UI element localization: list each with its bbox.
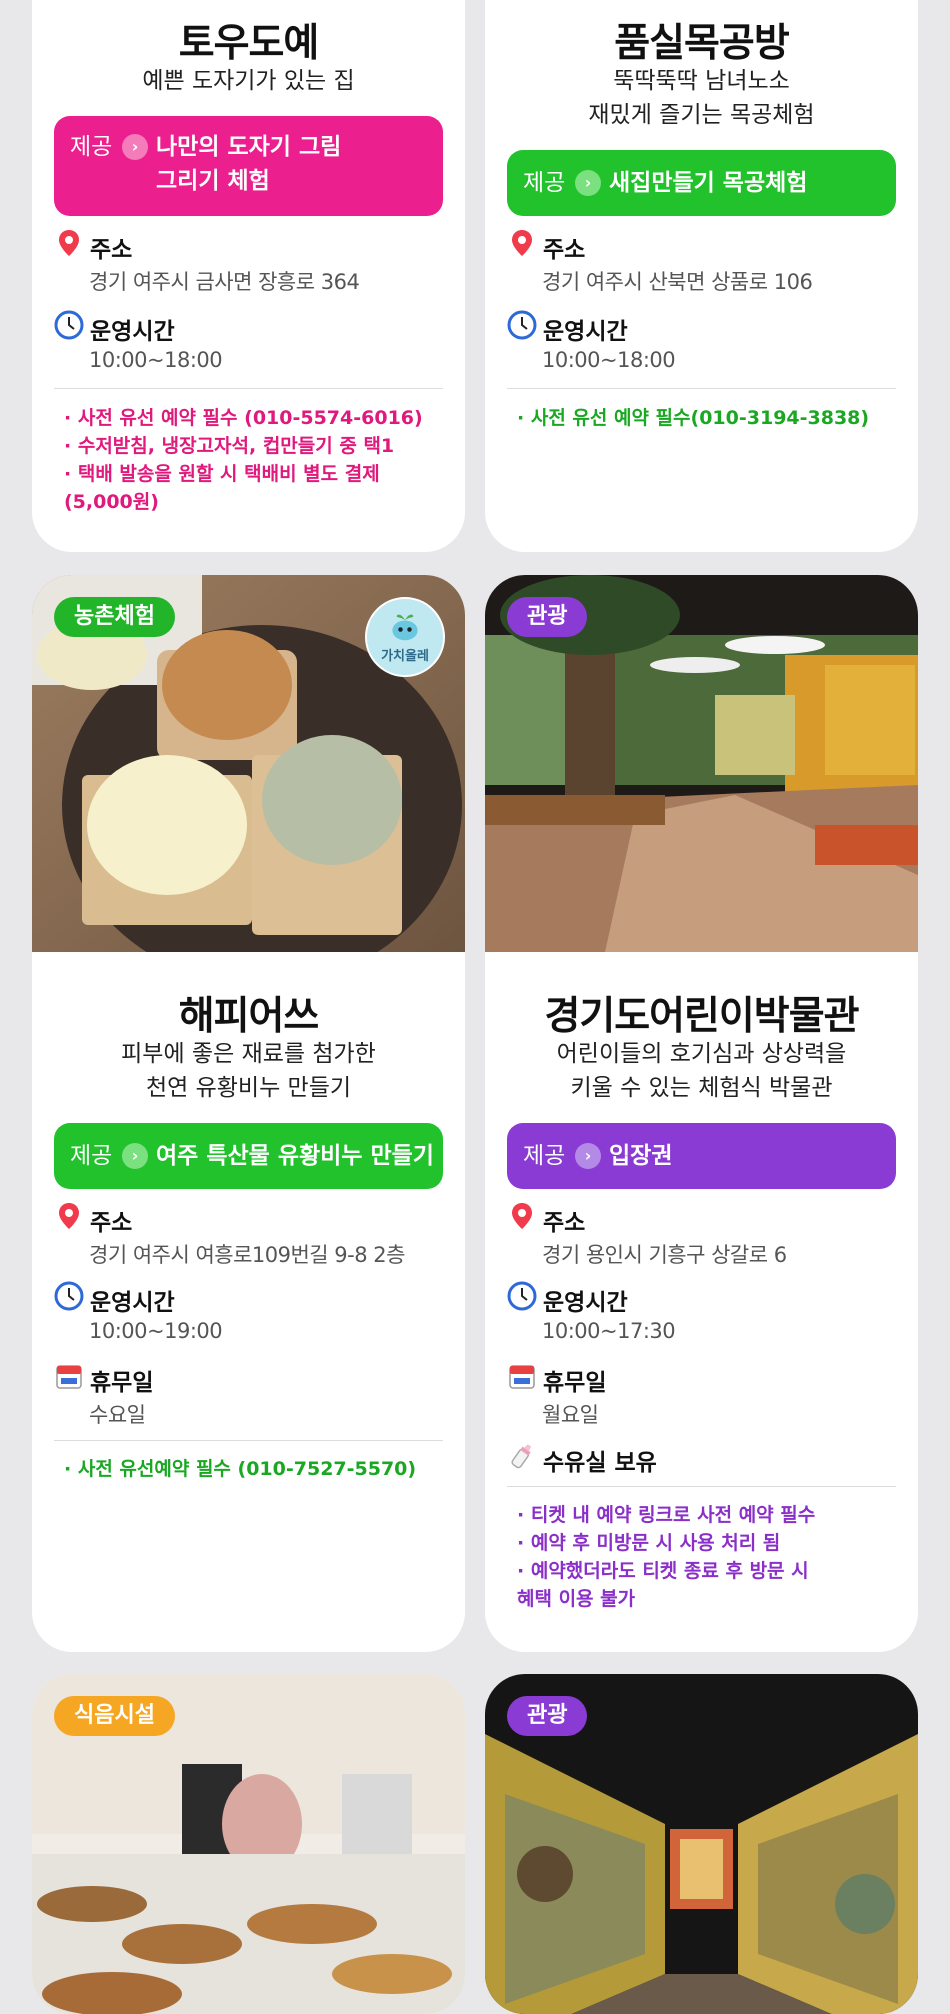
- place-card-childrens-museum[interactable]: 관광 경기도어린이박물관 어린이들의 호기심과 상상력을 키울 수 있는 체험식…: [485, 575, 918, 1652]
- location-pin-icon: [59, 1203, 79, 1229]
- place-description-line1: 피부에 좋은 재료를 첨가한: [121, 1041, 376, 1067]
- baby-bottle-icon: [511, 1444, 532, 1469]
- closed-label: 휴무일: [543, 1370, 607, 1396]
- hours-value: 10:00~19:00: [89, 1319, 223, 1343]
- offer-text: 새집만들기 목공체험: [609, 170, 808, 196]
- location-pin-icon: [512, 1203, 532, 1229]
- place-card-pumsil[interactable]: 품실목공방 뚝딱뚝딱 남녀노소 재밌게 즐기는 목공체험 제공 › 새집만들기 …: [485, 0, 918, 552]
- location-pin-icon: [59, 230, 79, 256]
- place-card-touyedoe[interactable]: 토우도예 예쁜 도자기가 있는 집 제공 › 나만의 도자기 그림 그리기 체험…: [32, 0, 465, 552]
- hours-value: 10:00~18:00: [542, 348, 676, 372]
- hours-label: 운영시간: [543, 319, 628, 345]
- note-item: · 사전 유선 예약 필수 (010-5574-6016): [64, 407, 423, 429]
- chevron-right-icon: ›: [575, 1143, 601, 1169]
- place-description-line2: 천연 유황비누 만들기: [145, 1075, 352, 1101]
- offer-box[interactable]: 제공 › 새집만들기 목공체험: [507, 150, 896, 216]
- sprout-mascot-icon: [392, 614, 418, 641]
- category-badge: 식음시설: [54, 1696, 175, 1736]
- place-title: 해피어쓰: [178, 994, 320, 1039]
- address-value: 경기 여주시 여흥로109번길 9-8 2층: [89, 1243, 405, 1267]
- place-description-line2: 재밌게 즐기는 목공체험: [588, 102, 815, 128]
- clock-icon: [54, 310, 84, 340]
- offer-text: 입장권: [609, 1143, 673, 1169]
- note-item: · 티켓 내 예약 링크로 사전 예약 필수: [517, 1504, 816, 1526]
- logo-text: 가치올레: [381, 649, 429, 664]
- category-badge: 관광: [507, 597, 588, 637]
- offer-box[interactable]: 제공 › 입장권: [507, 1123, 896, 1189]
- offer-label: 제공: [523, 170, 566, 196]
- closed-value: 수요일: [89, 1403, 146, 1427]
- gachiolle-logo: 가치올레: [365, 597, 445, 677]
- place-description-line1: 어린이들의 호기심과 상상력을: [556, 1041, 847, 1067]
- address-label: 주소: [90, 1210, 133, 1236]
- place-card-happyearth[interactable]: 농촌체험 가치올레 해피어쓰 피부에 좋은 재료를 첨가한 천연 유황비누 만들…: [32, 575, 465, 1652]
- note-item: · 예약했더라도 티켓 종료 후 방문 시 혜택 이용 불가: [517, 1560, 809, 1610]
- divider: [507, 388, 896, 389]
- offer-label: 제공: [523, 1143, 566, 1169]
- divider: [507, 1486, 896, 1487]
- note-item: · 수저받침, 냉장고자석, 컵만들기 중 택1: [64, 435, 395, 457]
- offer-box[interactable]: 제공 › 여주 특산물 유황비누 만들기: [54, 1123, 443, 1189]
- place-title: 경기도어린이박물관: [544, 994, 860, 1039]
- note-item: · 사전 유선예약 필수 (010-7527-5570): [64, 1458, 417, 1480]
- calendar-icon: [56, 1365, 82, 1389]
- place-description-line2: 키울 수 있는 체험식 박물관: [570, 1075, 833, 1101]
- hours-value: 10:00~17:30: [542, 1319, 676, 1343]
- nursing-room-label: 수유실 보유: [543, 1450, 657, 1476]
- hours-label: 운영시간: [90, 319, 175, 345]
- category-badge: 관광: [507, 1696, 588, 1736]
- address-label: 주소: [90, 237, 133, 263]
- place-title: 토우도예: [178, 21, 320, 66]
- clock-icon: [507, 1281, 537, 1311]
- hours-label: 운영시간: [90, 1290, 175, 1316]
- clock-icon: [54, 1281, 84, 1311]
- offer-text: 여주 특산물 유황비누 만들기: [156, 1143, 434, 1169]
- place-description-line1: 뚝딱뚝딱 남녀노소: [613, 68, 790, 94]
- divider: [54, 1440, 443, 1441]
- chevron-right-icon: ›: [122, 134, 148, 160]
- address-label: 주소: [543, 1210, 586, 1236]
- divider: [54, 388, 443, 389]
- hours-label: 운영시간: [543, 1290, 628, 1316]
- notes-list: · 사전 유선 예약 필수(010-3194-3838): [517, 404, 898, 432]
- closed-label: 휴무일: [90, 1370, 154, 1396]
- location-pin-icon: [512, 230, 532, 256]
- chevron-right-icon: ›: [122, 1143, 148, 1169]
- note-item: · 사전 유선 예약 필수(010-3194-3838): [517, 407, 870, 429]
- hours-value: 10:00~18:00: [89, 348, 223, 372]
- calendar-icon: [509, 1365, 535, 1389]
- address-label: 주소: [543, 237, 586, 263]
- offer-text: 나만의 도자기 그림 그리기 체험: [156, 134, 342, 194]
- notes-list: · 사전 유선예약 필수 (010-7527-5570): [64, 1455, 445, 1483]
- place-title: 품실목공방: [614, 21, 789, 66]
- offer-box[interactable]: 제공 › 나만의 도자기 그림 그리기 체험: [54, 116, 443, 216]
- address-value: 경기 여주시 산북면 상품로 106: [542, 270, 813, 294]
- address-value: 경기 용인시 기흥구 상갈로 6: [542, 1243, 787, 1267]
- offer-label: 제공: [70, 134, 113, 160]
- closed-value: 월요일: [542, 1403, 599, 1427]
- clock-icon: [507, 310, 537, 340]
- chevron-right-icon: ›: [575, 170, 601, 196]
- category-badge: 농촌체험: [54, 597, 175, 637]
- place-description: 예쁜 도자기가 있는 집: [142, 68, 355, 94]
- note-item: · 택배 발송을 원할 시 택배비 별도 결제 (5,000원): [64, 463, 380, 513]
- address-value: 경기 여주시 금사면 장흥로 364: [89, 270, 360, 294]
- note-item: · 예약 후 미방문 시 사용 처리 됨: [517, 1532, 781, 1554]
- place-card-food[interactable]: 식음시설: [32, 1674, 465, 2014]
- place-card-immersive-art[interactable]: 관광: [485, 1674, 918, 2014]
- notes-list: · 티켓 내 예약 링크로 사전 예약 필수 · 예약 후 미방문 시 사용 처…: [517, 1501, 898, 1613]
- notes-list: · 사전 유선 예약 필수 (010-5574-6016) · 수저받침, 냉장…: [64, 404, 445, 516]
- offer-label: 제공: [70, 1143, 113, 1169]
